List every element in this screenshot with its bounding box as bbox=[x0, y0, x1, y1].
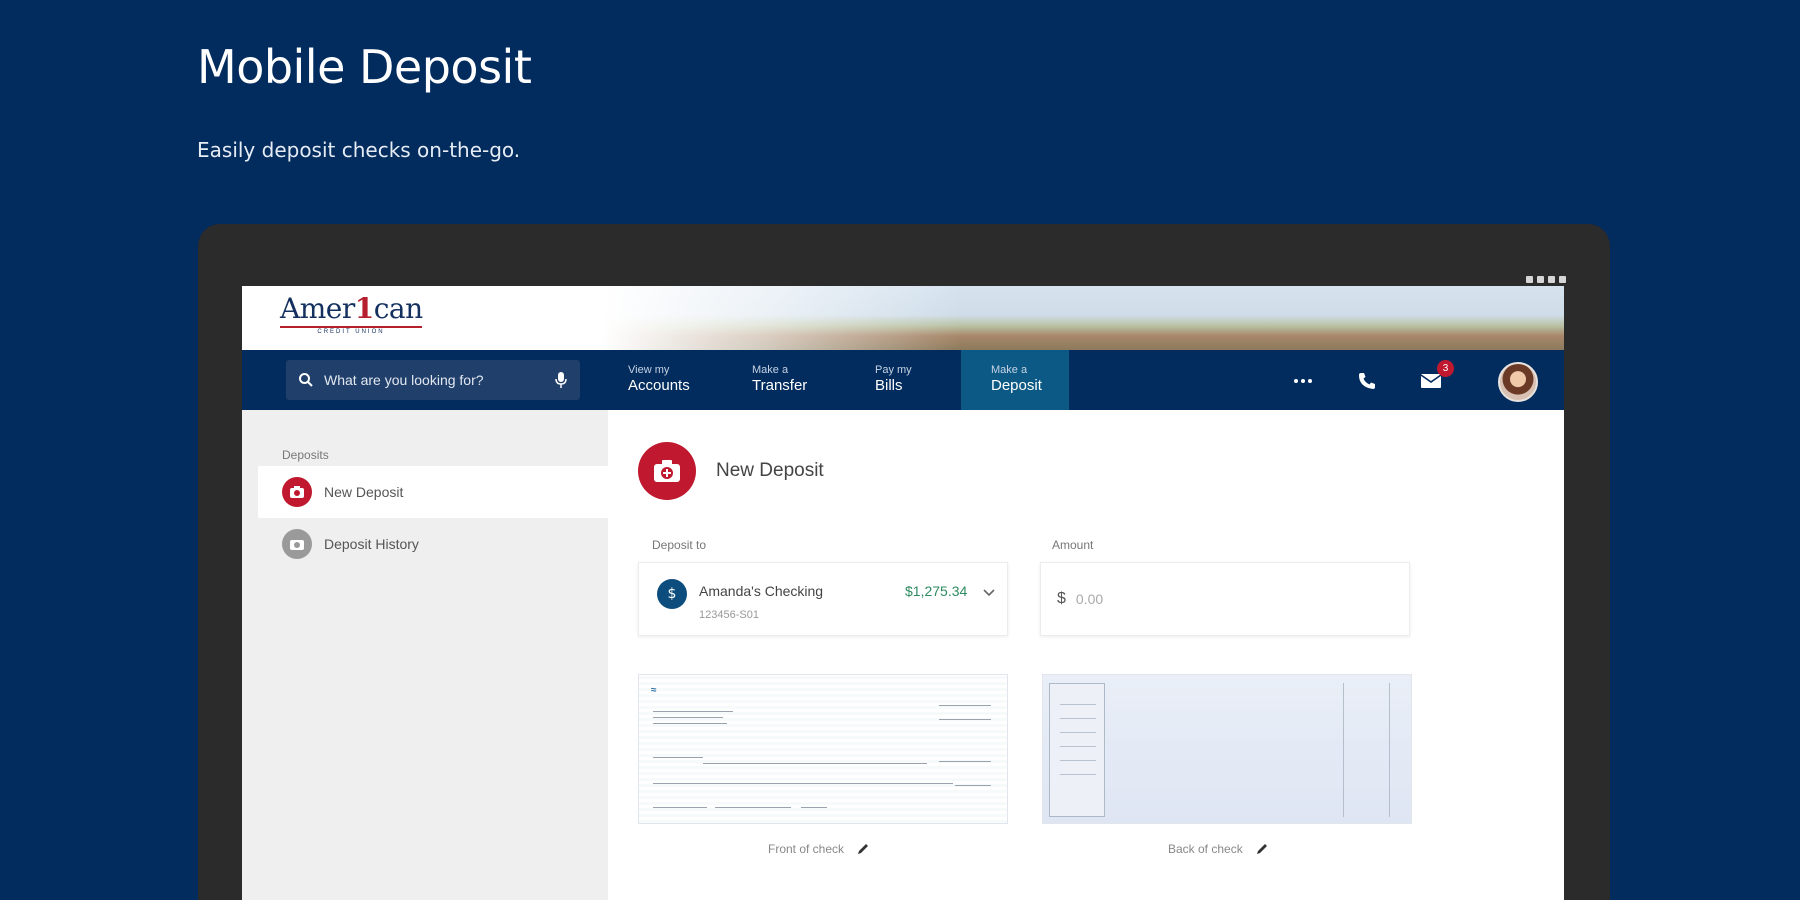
sidebar-item-new-deposit[interactable]: New Deposit bbox=[258, 466, 608, 518]
currency-symbol: $ bbox=[1057, 590, 1066, 607]
amount-label: Amount bbox=[1052, 538, 1094, 552]
nav-view-accounts[interactable]: View my Accounts bbox=[618, 350, 728, 410]
notification-icon bbox=[1526, 275, 1533, 283]
amount-field[interactable]: $ bbox=[1040, 562, 1410, 636]
status-bar bbox=[1440, 272, 1566, 286]
history-icon bbox=[282, 529, 312, 559]
account-number: 123456-S01 bbox=[699, 609, 759, 621]
avatar[interactable] bbox=[1498, 362, 1538, 402]
sidebar-item-deposit-history[interactable]: Deposit History bbox=[258, 518, 608, 570]
account-balance: $1,275.34 bbox=[905, 583, 968, 599]
search-icon bbox=[299, 373, 313, 387]
app-banner: Amer1can CREDIT UNION bbox=[242, 286, 1564, 350]
search-input[interactable] bbox=[324, 372, 554, 388]
search-bar[interactable] bbox=[286, 360, 580, 400]
pencil-icon[interactable] bbox=[856, 842, 870, 856]
new-deposit-camera-icon bbox=[638, 442, 696, 500]
front-of-check-caption[interactable]: Front of check bbox=[768, 842, 870, 856]
signal-icon bbox=[1548, 275, 1555, 283]
front-of-check-image[interactable]: ≈ bbox=[638, 674, 1008, 824]
account-name: Amanda's Checking bbox=[699, 583, 824, 599]
sidebar-item-label: New Deposit bbox=[324, 484, 404, 500]
nav-make-transfer[interactable]: Make a Transfer bbox=[742, 350, 852, 410]
dollar-icon: $ bbox=[657, 579, 687, 609]
back-of-check-image[interactable] bbox=[1042, 674, 1412, 824]
battery-icon bbox=[1559, 275, 1566, 283]
sidebar: Deposits New Deposit Deposit History bbox=[242, 410, 608, 900]
america-first-logo[interactable]: Amer1can CREDIT UNION bbox=[280, 294, 430, 342]
amount-input[interactable] bbox=[1075, 591, 1276, 607]
page-title: New Deposit bbox=[716, 460, 824, 481]
microphone-icon[interactable] bbox=[554, 371, 568, 389]
phone-icon[interactable] bbox=[1354, 368, 1380, 394]
main-content: New Deposit Deposit to $ Amanda's Checki… bbox=[608, 410, 1564, 900]
account-select[interactable]: $ Amanda's Checking 123456-S01 $1,275.34 bbox=[638, 562, 1008, 636]
camera-icon bbox=[282, 477, 312, 507]
app-screen: Amer1can CREDIT UNION View my Accounts M… bbox=[242, 286, 1564, 900]
promo-subtitle: Easily deposit checks on-the-go. bbox=[197, 138, 521, 162]
mail-badge: 3 bbox=[1437, 360, 1454, 377]
back-of-check-caption[interactable]: Back of check bbox=[1168, 842, 1269, 856]
logo-tagline: CREDIT UNION bbox=[317, 329, 385, 335]
mail-icon[interactable]: 3 bbox=[1418, 360, 1454, 394]
sidebar-section-label: Deposits bbox=[282, 448, 329, 462]
more-horizontal-icon[interactable] bbox=[1290, 368, 1316, 394]
chevron-down-icon bbox=[983, 589, 995, 597]
nav-make-deposit[interactable]: Make a Deposit bbox=[961, 350, 1069, 410]
deposit-to-label: Deposit to bbox=[652, 538, 707, 552]
promo-title: Mobile Deposit bbox=[197, 40, 532, 94]
nav-pay-bills[interactable]: Pay my Bills bbox=[865, 350, 975, 410]
main-navbar: View my Accounts Make a Transfer Pay my … bbox=[242, 350, 1564, 410]
wifi-icon bbox=[1537, 275, 1544, 283]
sidebar-item-label: Deposit History bbox=[324, 536, 419, 552]
pencil-icon[interactable] bbox=[1255, 842, 1269, 856]
